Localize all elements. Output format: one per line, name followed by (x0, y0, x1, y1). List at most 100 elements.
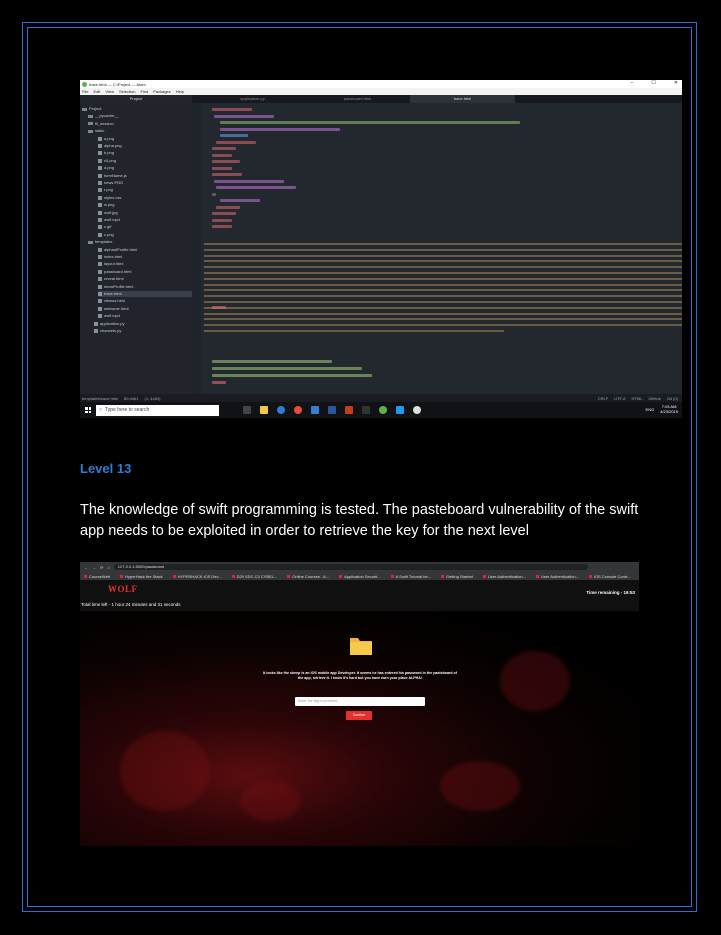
file-explorer-icon[interactable] (260, 406, 268, 414)
forward-icon[interactable]: → (92, 565, 96, 570)
tree-item-label: a.png (104, 135, 115, 141)
tree-item[interactable]: alphaofProfile.html (98, 247, 192, 253)
tree-item[interactable]: z.png (98, 232, 192, 238)
tree-item-label: showProfile.html (104, 283, 134, 289)
tree-item[interactable]: viewus.html (98, 298, 192, 304)
flag-input[interactable]: Enter the flag to proceed (295, 697, 425, 706)
minimize-button[interactable]: – (631, 80, 634, 86)
atom-taskbar-icon[interactable] (379, 406, 387, 414)
word-icon[interactable] (328, 406, 336, 414)
tree-item[interactable]: fil_session (88, 121, 192, 127)
tree-item[interactable]: wolf.mp4 (98, 313, 192, 319)
bookmark-item[interactable]: User Authentication... (482, 574, 526, 579)
atom-code-editor[interactable] (192, 103, 682, 394)
menu-file[interactable]: File (82, 89, 88, 94)
tree-item[interactable]: Project (82, 106, 192, 112)
tree-item[interactable]: c5.png (98, 158, 192, 164)
bookmark-item[interactable]: CourseWeb (84, 574, 110, 579)
tree-item[interactable]: showProfile.html (98, 284, 192, 290)
status-git[interactable]: Git (0) (667, 396, 678, 401)
atom-tab-bar: Project application.py passboard.html tr… (80, 95, 682, 103)
tree-item[interactable]: templates (88, 239, 192, 245)
tree-item[interactable]: a.png (98, 136, 192, 142)
maximize-button[interactable]: ☐ (651, 80, 655, 86)
edge-icon[interactable] (277, 406, 285, 414)
tree-item[interactable]: reveal.html (98, 276, 192, 282)
status-encoding[interactable]: UTF-8 (614, 396, 625, 401)
home-icon[interactable]: ⌂ (107, 565, 109, 570)
address-bar[interactable]: 127.0.0.1:5000/passboard (113, 564, 588, 570)
bookmark-item[interactable]: iOS Console Contr... (588, 574, 630, 579)
taskbar-search-box[interactable]: ○ Type here to search (96, 404, 219, 416)
bookmark-item[interactable]: Getting Started (440, 574, 473, 579)
tree-item[interactable]: static (88, 128, 192, 134)
tree-item[interactable]: index.html (98, 254, 192, 260)
app-icon-2[interactable] (413, 406, 421, 414)
status-cursor[interactable]: 80:4461 (124, 396, 138, 401)
reload-icon[interactable]: ⟳ (100, 565, 103, 570)
tab-passboard-html[interactable]: passboard.html (305, 95, 410, 103)
tree-item[interactable]: b.png (98, 150, 192, 156)
bookmark-item[interactable]: User Authentication... (535, 574, 579, 579)
tree-item[interactable]: application.py (94, 321, 192, 327)
status-file-path[interactable]: templates\trace.html (82, 396, 118, 401)
status-github[interactable]: GitHub (648, 396, 660, 401)
bookmark-item[interactable]: HYPERHACK iOS Dev... (172, 574, 222, 579)
tree-item-label: wolf.mp4 (104, 217, 121, 222)
tree-item[interactable]: wolf.jpg (98, 210, 192, 216)
tree-item[interactable]: r.png (98, 187, 192, 193)
taskbar-search-placeholder: Type here to search (105, 407, 150, 413)
tree-item[interactable]: styles.css (98, 195, 192, 201)
confirm-button[interactable]: Confirm (346, 711, 372, 720)
menu-selection[interactable]: Selection (119, 89, 135, 94)
tab-application-py[interactable]: application.py (200, 95, 305, 103)
windows-taskbar: ○ Type here to search ENG 7:03 AM 4/23/2… (80, 402, 682, 418)
tree-item[interactable]: passboard.html (98, 269, 192, 275)
tree-item[interactable]: formName.js (98, 173, 192, 179)
tree-item[interactable]: news.PNG (98, 180, 192, 186)
bookmark-item[interactable]: Application Securit... (339, 574, 381, 579)
tree-item[interactable]: d.png (98, 165, 192, 171)
tab-trace-html[interactable]: trace.html (410, 95, 515, 103)
tab-project[interactable]: Project (80, 95, 192, 103)
menu-packages[interactable]: Packages (153, 89, 171, 94)
tree-item[interactable]: layout.html (98, 261, 192, 267)
tree-item[interactable]: alpha.png (98, 143, 192, 149)
close-button[interactable]: ✕ (674, 80, 678, 86)
back-icon[interactable]: ← (84, 565, 88, 570)
folder-icon (88, 129, 93, 133)
tree-item[interactable]: w.png (98, 202, 192, 208)
site-logo[interactable]: WOLF (108, 584, 138, 594)
tree-item[interactable]: channels.py (94, 328, 192, 334)
status-grammar[interactable]: HTML (632, 396, 643, 401)
menu-edit[interactable]: Edit (93, 89, 100, 94)
bookmark-item[interactable]: Online Courses - A... (287, 574, 329, 579)
menu-find[interactable]: Find (140, 89, 148, 94)
menu-view[interactable]: View (105, 89, 114, 94)
tree-item[interactable]: __pycache__ (88, 113, 192, 119)
status-line-ending[interactable]: CRLF (598, 396, 608, 401)
tree-item-label: c5.png (104, 157, 117, 163)
bookmark-item[interactable]: HyperHack the Stack (120, 574, 163, 579)
taskbar-clock[interactable]: 7:03 AM 4/23/2019 (660, 404, 678, 414)
tree-item[interactable]: welcome.html (98, 306, 192, 312)
tree-item-label: viewus.html (104, 298, 125, 304)
media-icon[interactable] (362, 406, 370, 414)
menu-help[interactable]: Help (176, 89, 184, 94)
powerpoint-icon[interactable] (345, 406, 353, 414)
mail-icon[interactable] (311, 406, 319, 414)
chrome-icon[interactable] (294, 406, 302, 414)
bookmark-icon (339, 574, 343, 578)
bookmark-item[interactable]: D29 SDC C3 CYBEL... (231, 574, 277, 579)
tree-item[interactable]: wolf.mp4 (98, 217, 192, 223)
app-icon[interactable] (396, 406, 404, 414)
tree-item[interactable]: x.gif (98, 224, 192, 230)
file-icon (98, 188, 102, 193)
windows-start-icon[interactable] (85, 407, 91, 413)
atom-file-tree: Project __pycache__ fil_session static a.png… (80, 103, 192, 402)
file-icon (98, 158, 102, 163)
tree-item[interactable]: trace.html (98, 291, 192, 297)
bookmark-item[interactable]: A Swift Tutorial for... (390, 574, 431, 579)
task-view-icon[interactable] (243, 406, 251, 414)
language-indicator[interactable]: ENG (646, 407, 655, 412)
